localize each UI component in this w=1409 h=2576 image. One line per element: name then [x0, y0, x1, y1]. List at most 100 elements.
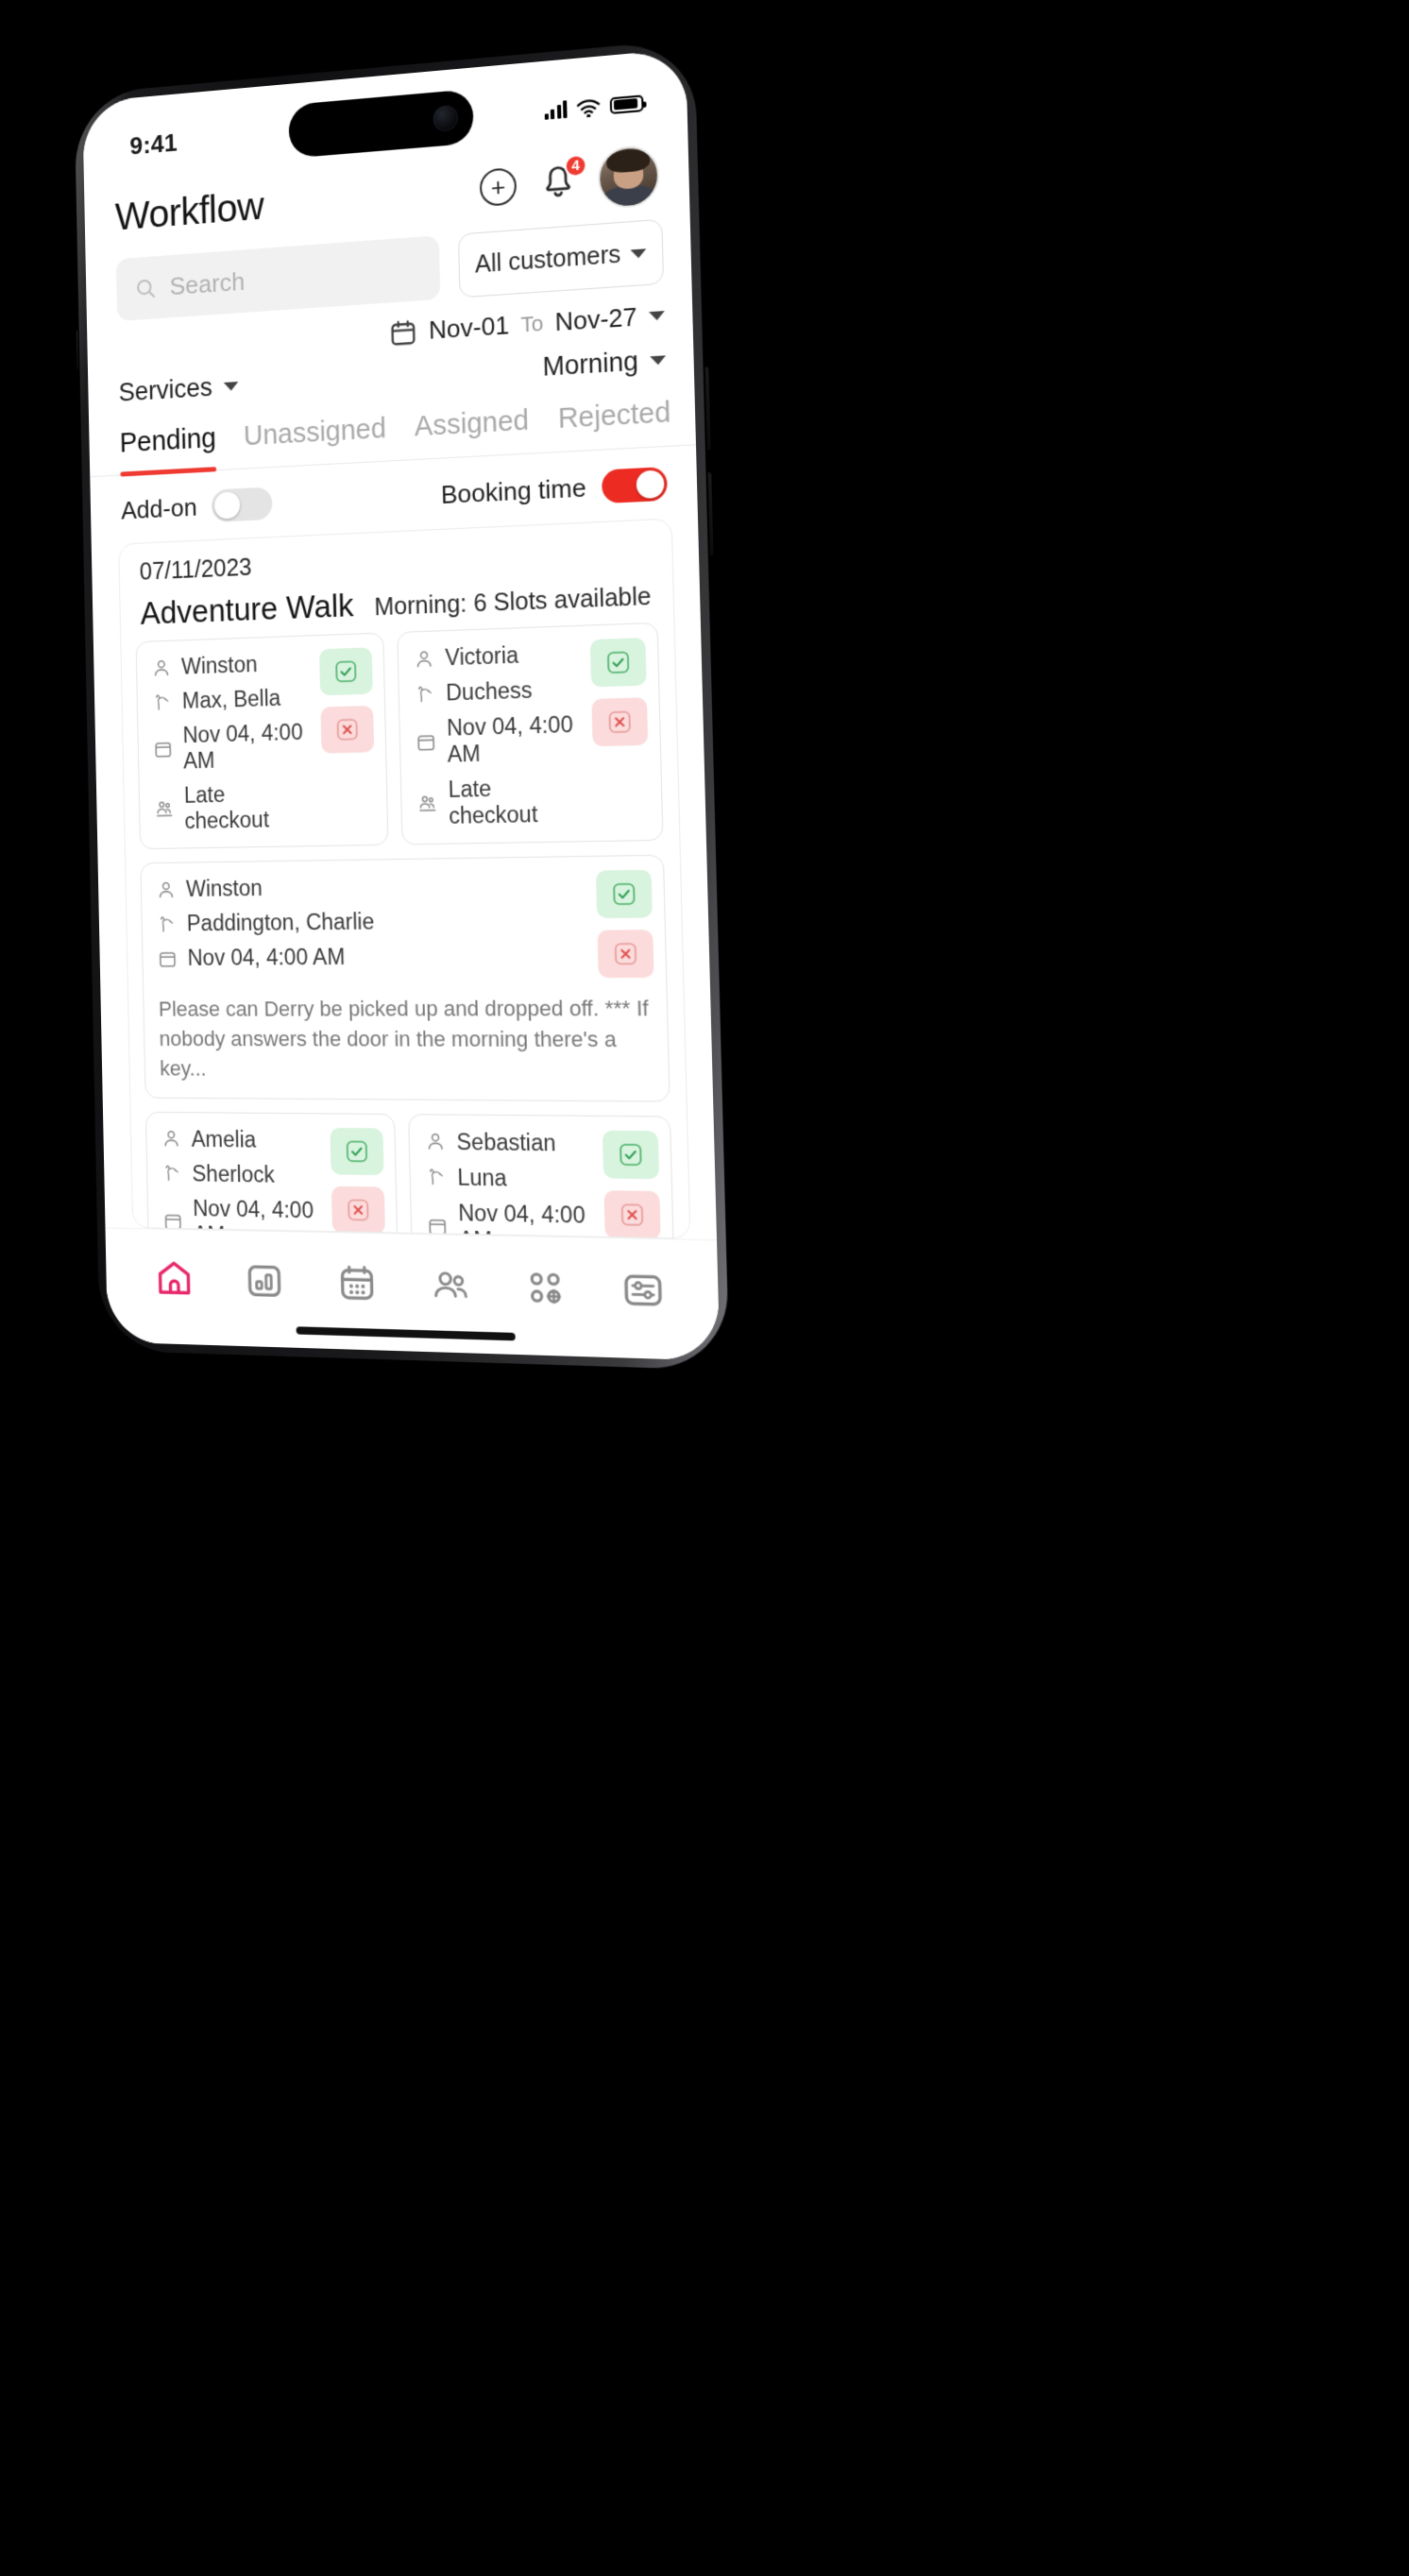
calendar-icon	[153, 739, 174, 760]
booking-note: Please can Derry be picked up and droppe…	[158, 996, 650, 1082]
approve-button[interactable]	[589, 638, 647, 688]
avatar[interactable]	[597, 144, 660, 211]
group-slots: Morning: 6 Slots available	[374, 582, 652, 622]
reject-button[interactable]	[331, 1186, 385, 1235]
search-input[interactable]	[169, 253, 421, 301]
addon-icon	[154, 798, 175, 820]
booking-card[interactable]: Amelia Sherlock Nov 04, 4:00	[144, 1111, 400, 1239]
owner-name: Victoria	[444, 641, 519, 671]
addon-row: Late checkout	[416, 774, 585, 830]
nav-calendar[interactable]	[335, 1261, 378, 1305]
date-to-label: To	[520, 310, 544, 337]
cross-badge-icon	[607, 709, 632, 734]
booking-datetime: Nov 04, 4:00 AM	[187, 944, 346, 970]
booking-time-toggle[interactable]	[601, 467, 668, 504]
bottom-navigation	[105, 1227, 721, 1361]
nav-home[interactable]	[154, 1256, 195, 1300]
booking-card[interactable]: Sebastian Luna Nov 04, 4:00	[408, 1113, 677, 1239]
addon-toggle[interactable]	[211, 486, 273, 522]
nav-reports[interactable]	[244, 1259, 285, 1303]
owner-row: Amelia	[161, 1126, 322, 1153]
pet-names: Max, Bella	[181, 685, 281, 713]
nav-customers[interactable]	[429, 1263, 472, 1307]
owner-row: Winston	[151, 650, 311, 681]
nav-apps[interactable]	[524, 1265, 569, 1309]
time-of-day-dropdown[interactable]: Morning	[542, 345, 667, 383]
booking-card[interactable]: Winston Paddington, Charlie Nov 04, 4:00…	[140, 854, 671, 1102]
chevron-down-icon	[630, 247, 647, 259]
owner-name: Winston	[180, 651, 258, 679]
calendar-icon	[389, 316, 418, 348]
datetime-row: Nov 04, 4:00 AM	[153, 719, 313, 775]
phone-screen: 9:41 Workflow + 4 Search All customers N…	[82, 48, 721, 1361]
check-badge-icon	[346, 1139, 369, 1163]
reject-button[interactable]	[603, 1189, 661, 1239]
check-badge-icon	[619, 1142, 643, 1167]
services-label: Services	[118, 372, 213, 407]
reject-button[interactable]	[597, 930, 654, 979]
plus-circle-icon: +	[479, 166, 518, 208]
addon-row: Late checkout	[154, 780, 314, 835]
pets-row: Luna	[426, 1164, 595, 1193]
add-button[interactable]: +	[478, 165, 519, 210]
pets-row: Paddington, Charlie	[157, 909, 375, 937]
app-content: Workflow + 4 Search All customers Nov-01…	[82, 48, 721, 1361]
datetime-row: Nov 04, 4:00 AM	[415, 711, 583, 769]
chevron-down-icon	[650, 355, 667, 366]
toggle-row: Add-on Booking time	[90, 445, 698, 545]
addon-icon	[416, 793, 438, 814]
tab-rejected[interactable]: Rejected	[557, 397, 671, 452]
chevron-down-icon	[223, 382, 239, 392]
booking-datetime: Nov 04, 4:00 AM	[192, 1195, 314, 1238]
check-badge-icon	[612, 882, 637, 907]
home-indicator[interactable]	[296, 1326, 516, 1341]
nav-settings[interactable]	[620, 1267, 666, 1312]
chevron-down-icon	[649, 311, 666, 321]
person-icon	[414, 648, 435, 670]
owner-name: Sebastian	[456, 1128, 556, 1156]
calendar-icon	[335, 1261, 378, 1305]
datetime-row: Nov 04, 4:00 AM	[162, 1195, 323, 1239]
search-field[interactable]	[115, 235, 441, 322]
approve-button[interactable]	[319, 647, 373, 696]
booking-card[interactable]: Victoria Duchess Nov 04, 4:00 AM Late ch…	[397, 622, 664, 845]
check-badge-icon	[334, 659, 357, 683]
pet-icon	[157, 913, 178, 934]
person-icon	[425, 1131, 447, 1152]
pets-row: Max, Bella	[152, 684, 312, 715]
pets-row: Sherlock	[161, 1160, 322, 1188]
cross-badge-icon	[347, 1198, 370, 1221]
tab-assigned[interactable]: Assigned	[415, 405, 530, 459]
approve-button[interactable]	[602, 1130, 660, 1179]
booking-datetime: Nov 04, 4:00 AM	[457, 1199, 586, 1239]
reject-button[interactable]	[591, 697, 649, 747]
datetime-row: Nov 04, 4:00 AM	[426, 1199, 595, 1239]
booking-card[interactable]: Winston Max, Bella Nov 04, 4:00 AM Late …	[135, 632, 389, 850]
pet-icon	[426, 1167, 448, 1188]
person-icon	[156, 879, 177, 899]
pet-names: Luna	[457, 1164, 508, 1191]
cross-badge-icon	[620, 1203, 645, 1227]
date-range-filter[interactable]: Nov-01 To Nov-27	[87, 282, 693, 367]
app-header: Workflow + 4	[84, 129, 690, 254]
date-to: Nov-27	[554, 301, 637, 337]
approve-button[interactable]	[595, 869, 653, 919]
calendar-icon	[158, 947, 178, 968]
phone-mockup: 9:41 Workflow + 4 Search All customers N…	[74, 39, 730, 1371]
pets-row: Duchess	[415, 675, 582, 708]
owner-name: Winston	[185, 875, 263, 902]
booking-group-panel: 07/11/2023 Adventure Walk Morning: 6 Slo…	[118, 518, 691, 1239]
status-tabs: Pending Unassigned Assigned Rejected	[88, 373, 697, 478]
addon-name: Late checkout	[183, 781, 270, 834]
customer-filter-dropdown[interactable]: All customers	[457, 218, 665, 299]
services-dropdown[interactable]: Services	[118, 371, 239, 408]
approve-button[interactable]	[330, 1127, 384, 1175]
battery-icon	[609, 94, 644, 114]
group-date: 07/11/2023	[139, 554, 252, 586]
owner-row: Victoria	[414, 640, 581, 672]
person-icon	[161, 1128, 182, 1150]
customer-filter-label: All customers	[474, 240, 621, 279]
addon-name: Late checkout	[448, 776, 538, 829]
calendar-icon	[416, 731, 437, 753]
cross-badge-icon	[336, 718, 359, 742]
